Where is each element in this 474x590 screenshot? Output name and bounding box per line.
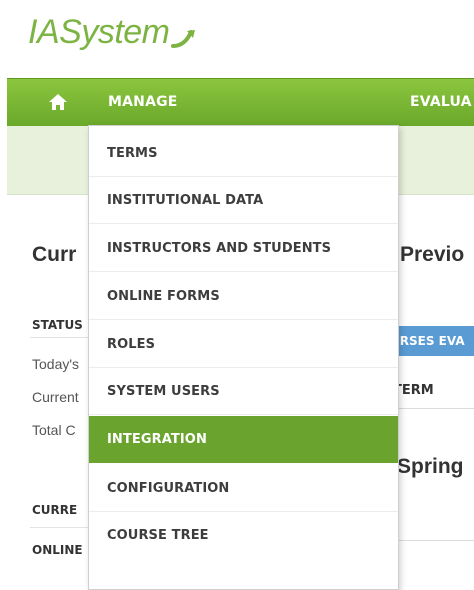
main-navbar: MANAGE EVALUA xyxy=(7,78,474,126)
menu-item-terms[interactable]: TERMS xyxy=(89,130,398,177)
menu-item-configuration[interactable]: CONFIGURATION xyxy=(89,465,398,512)
previous-title: Previo xyxy=(400,243,465,266)
logo-ias-text: IAS xyxy=(28,13,82,51)
menu-item-integration[interactable]: INTEGRATION xyxy=(89,416,398,463)
menu-item-institutional-data[interactable]: INSTITUTIONAL DATA xyxy=(89,177,398,224)
menu-item-online-forms[interactable]: ONLINE FORMS xyxy=(89,273,398,320)
divider xyxy=(30,527,90,528)
term-title: Spring xyxy=(397,455,464,478)
menu-item-instructors-and-students[interactable]: INSTRUCTORS AND STUDENTS xyxy=(89,225,398,272)
term-column-header[interactable]: TERM xyxy=(393,383,434,398)
status-row: Today's xyxy=(32,356,80,372)
status-label: STATUS xyxy=(32,318,83,332)
manage-dropdown-menu: TERMS INSTITUTIONAL DATA INSTRUCTORS AND… xyxy=(88,125,399,590)
logo-swoosh-icon xyxy=(171,30,195,48)
menu-item-roles[interactable]: ROLES xyxy=(89,321,398,368)
app-logo[interactable]: IASystem xyxy=(28,10,195,55)
home-button[interactable] xyxy=(47,91,69,113)
nav-evaluations[interactable]: EVALUA xyxy=(410,79,472,126)
nav-manage[interactable]: MANAGE xyxy=(108,79,178,126)
status-row: Current xyxy=(32,389,79,405)
section-label: CURRE xyxy=(32,503,78,517)
status-row: Total C xyxy=(32,422,76,438)
section-label: ONLINE xyxy=(32,543,83,557)
divider xyxy=(30,337,90,338)
logo-system-text: ystem xyxy=(81,13,170,51)
menu-item-system-users[interactable]: SYSTEM USERS xyxy=(89,368,398,415)
menu-item-course-tree[interactable]: COURSE TREE xyxy=(89,512,398,559)
current-title: Curr xyxy=(32,243,77,266)
home-icon xyxy=(49,94,67,110)
